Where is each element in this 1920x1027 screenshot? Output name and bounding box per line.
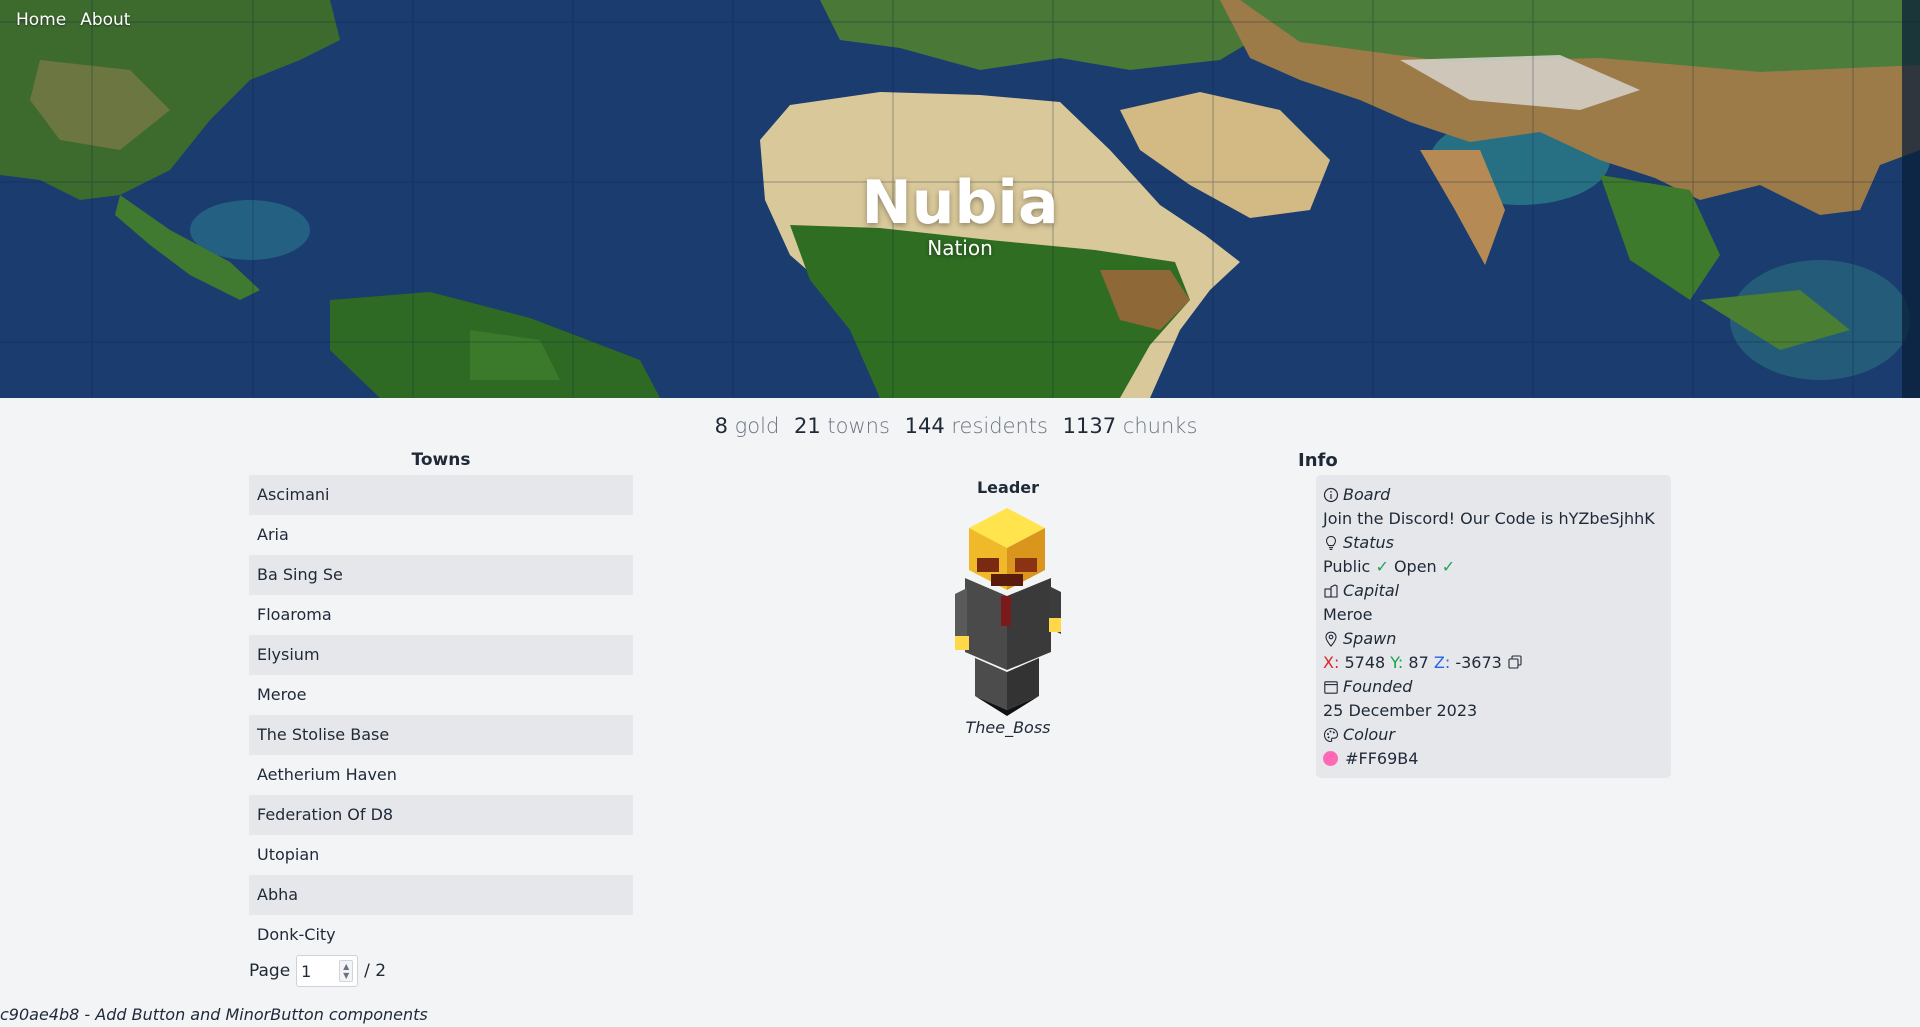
residents-value: 144	[904, 414, 945, 438]
board-label-row: Board	[1323, 483, 1664, 507]
chunks-value: 1137	[1062, 414, 1117, 438]
page-total: / 2	[364, 961, 387, 981]
commit-footer: c90ae4b8 - Add Button and MinorButton co…	[0, 1005, 428, 1024]
residents-label: residents	[951, 414, 1048, 438]
open-check-icon: ✓	[1441, 557, 1456, 576]
founded-label: Founded	[1343, 677, 1413, 696]
founded-label-row: Founded	[1323, 675, 1664, 699]
spawn-z-label: Z:	[1433, 653, 1451, 672]
top-nav: Home About	[16, 10, 130, 30]
chunks-label: chunks	[1122, 414, 1198, 438]
towns-heading: Towns	[411, 450, 471, 470]
nation-stats: 8 gold 21 towns 144 residents 1137 chunk…	[0, 414, 1920, 438]
map-pin-icon	[1325, 631, 1337, 647]
capital-label: Capital	[1343, 581, 1400, 600]
spawn-coordinates: X: 5748 Y: 87 Z: -3673	[1323, 651, 1664, 675]
nav-home-link[interactable]: Home	[16, 10, 66, 30]
page-label: Page	[249, 961, 291, 981]
calendar-icon	[1324, 681, 1338, 694]
spawn-y-label: Y:	[1390, 653, 1404, 672]
stepper-up-icon[interactable]: ▲	[343, 962, 349, 971]
board-label: Board	[1343, 485, 1391, 504]
buildings-icon	[1324, 584, 1338, 598]
nav-about-link[interactable]: About	[80, 10, 130, 30]
spawn-x-value: 5748	[1344, 653, 1386, 672]
town-pagination: Page 1 ▲ ▼ / 2	[249, 955, 386, 987]
town-list: Ascimani Aria Ba Sing Se Floaroma Elysiu…	[249, 475, 633, 955]
info-card: Board Join the Discord! Our Code is hYZb…	[1316, 475, 1671, 778]
info-heading: Info	[1298, 450, 1338, 471]
towns-count-value: 21	[793, 414, 821, 438]
town-row[interactable]: Ascimani	[249, 475, 633, 515]
spawn-z-value: -3673	[1455, 653, 1502, 672]
leader-name[interactable]: Thee_Boss	[908, 718, 1108, 737]
status-open: Open	[1393, 557, 1437, 576]
leader-heading: Leader	[976, 478, 1040, 497]
hero-banner: Home About Nubia Nation	[0, 0, 1920, 398]
town-row[interactable]: Utopian	[249, 835, 633, 875]
leader-skin-avatar[interactable]	[955, 500, 1061, 716]
spawn-x-label: X:	[1323, 653, 1340, 672]
spawn-y-value: 87	[1408, 653, 1429, 672]
status-value-row: Public ✓ Open ✓	[1323, 555, 1664, 579]
nation-subtitle: Nation	[927, 236, 993, 260]
town-row[interactable]: Meroe	[249, 675, 633, 715]
public-check-icon: ✓	[1375, 557, 1389, 576]
gold-value: 8	[714, 414, 728, 438]
stepper-down-icon[interactable]: ▼	[343, 971, 349, 980]
town-row[interactable]: Ba Sing Se	[249, 555, 633, 595]
colour-value-row: #FF69B4	[1323, 747, 1664, 771]
nation-title: Nubia	[861, 168, 1059, 238]
colour-label: Colour	[1343, 725, 1395, 744]
capital-value[interactable]: Meroe	[1323, 603, 1664, 627]
page-number-input[interactable]: 1 ▲ ▼	[296, 955, 359, 987]
palette-icon	[1323, 727, 1339, 743]
town-row[interactable]: The Stolise Base	[249, 715, 633, 755]
capital-label-row: Capital	[1323, 579, 1664, 603]
colour-label-row: Colour	[1323, 723, 1664, 747]
copy-icon[interactable]	[1507, 654, 1523, 670]
town-row[interactable]: Aetherium Haven	[249, 755, 633, 795]
town-row[interactable]: Floaroma	[249, 595, 633, 635]
status-public: Public	[1323, 557, 1371, 576]
status-label-row: Status	[1323, 531, 1664, 555]
gold-label: gold	[734, 414, 780, 438]
colour-swatch	[1323, 751, 1338, 766]
page-number-value: 1	[301, 961, 312, 981]
colour-hex: #FF69B4	[1345, 749, 1419, 768]
board-value: Join the Discord! Our Code is hYZbeSjhhK	[1323, 509, 1655, 528]
town-row[interactable]: Aria	[249, 515, 633, 555]
town-row[interactable]: Elysium	[249, 635, 633, 675]
town-row[interactable]: Federation Of D8	[249, 795, 633, 835]
towns-count-label: towns	[827, 414, 890, 438]
town-row[interactable]: Abha	[249, 875, 633, 915]
status-label: Status	[1343, 533, 1394, 552]
spawn-label-row: Spawn	[1323, 627, 1664, 651]
town-row[interactable]: Donk-City	[249, 915, 633, 955]
spawn-label: Spawn	[1343, 629, 1397, 648]
lightbulb-icon	[1325, 535, 1337, 550]
info-circle-icon	[1323, 487, 1339, 503]
founded-value: 25 December 2023	[1323, 701, 1478, 720]
page-stepper[interactable]: ▲ ▼	[339, 960, 354, 982]
